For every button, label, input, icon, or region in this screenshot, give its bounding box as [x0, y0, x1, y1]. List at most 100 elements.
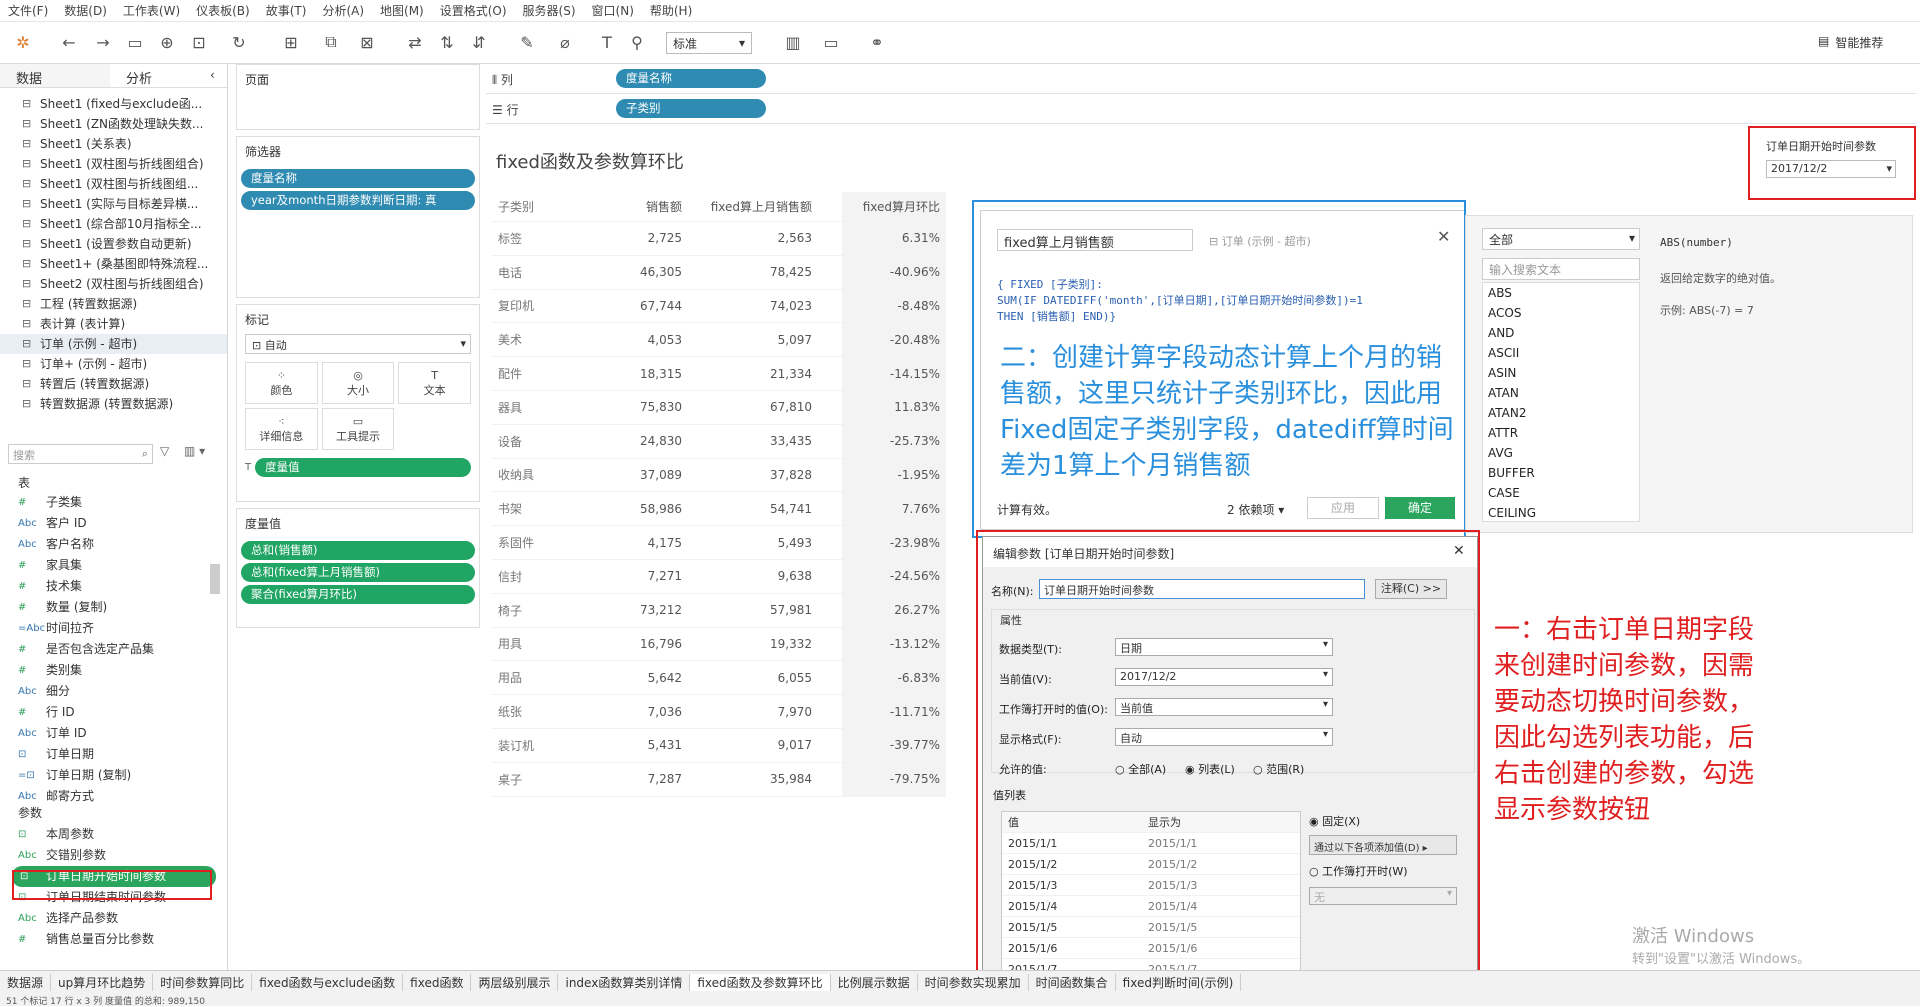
menu-item[interactable]: 地图(M): [372, 2, 432, 19]
datasource-item[interactable]: ⊟ Sheet1 (ZN函数处理缺失数...: [0, 114, 227, 134]
table-row[interactable]: 配件 18,315 21,334 -14.15%: [492, 357, 940, 391]
duplicate-sheet-icon[interactable]: ⧉: [320, 31, 342, 53]
tab-data[interactable]: 数据: [0, 64, 110, 87]
menu-item[interactable]: 仪表板(B): [188, 2, 258, 19]
filter-icon[interactable]: ▽: [160, 444, 169, 458]
datasource-item[interactable]: ⊟ Sheet1 (实际与目标差异横...: [0, 194, 227, 214]
datasource-item[interactable]: ⊟ Sheet1 (综合部10月指标全...: [0, 214, 227, 234]
sheet-tab[interactable]: 时间参数实现累加: [918, 974, 1029, 991]
table-row[interactable]: 信封 7,271 9,638 -24.56%: [492, 560, 940, 594]
function-item[interactable]: ATTR: [1483, 423, 1639, 443]
datasource-item[interactable]: ⊟ Sheet1 (关系表): [0, 134, 227, 154]
function-item[interactable]: ATAN2: [1483, 403, 1639, 423]
fixed-radio[interactable]: ◉ 固定(X): [1309, 813, 1360, 829]
function-item[interactable]: AND: [1483, 323, 1639, 343]
param-item[interactable]: ⊡ 本周参数: [0, 824, 228, 845]
function-item[interactable]: ASCII: [1483, 343, 1639, 363]
datasource-item[interactable]: ⊟ Sheet1 (设置参数自动更新): [0, 234, 227, 254]
datasource-item[interactable]: ⊟ 转置后 (转置数据源): [0, 374, 227, 394]
detail-button[interactable]: ⁖ 详细信息: [245, 408, 318, 450]
sort-asc-icon[interactable]: ⇅: [436, 31, 458, 53]
value-row[interactable]: 2015/1/2 2015/1/2: [1002, 854, 1300, 875]
rows-pill[interactable]: 子类别: [616, 99, 766, 118]
table-row[interactable]: 设备 24,830 33,435 -25.73%: [492, 425, 940, 459]
filter-pill-date-param[interactable]: year及month日期参数判断日期: 真: [241, 191, 475, 210]
menu-item[interactable]: 分析(A): [314, 2, 372, 19]
menu-item[interactable]: 设置格式(O): [432, 2, 515, 19]
field-item[interactable]: Abc 细分: [0, 681, 228, 702]
allow-range-radio[interactable]: ○ 范围(R): [1253, 761, 1304, 777]
field-item[interactable]: ⊡ 订单日期: [0, 744, 228, 765]
clear-sheet-icon[interactable]: ⊠: [356, 31, 378, 53]
table-row[interactable]: 桌子 7,287 35,984 -79.75%: [492, 763, 940, 797]
field-item[interactable]: # 是否包含选定产品集: [0, 639, 228, 660]
menu-item[interactable]: 服务器(S): [515, 2, 584, 19]
share-icon[interactable]: ⚭: [866, 31, 888, 53]
ok-button[interactable]: 确定: [1385, 497, 1455, 519]
field-item[interactable]: # 技术集: [0, 576, 228, 597]
field-item[interactable]: =⊡ 订单日期 (复制): [0, 765, 228, 786]
value-row[interactable]: 2015/1/4 2015/1/4: [1002, 896, 1300, 917]
refresh-icon[interactable]: ↻: [228, 31, 250, 53]
measure-values-pill[interactable]: 度量值: [255, 458, 471, 477]
columns-pill[interactable]: 度量名称: [616, 69, 766, 88]
mv-pill-mom[interactable]: 聚合(fixed算月环比): [241, 585, 475, 604]
menu-item[interactable]: 窗口(N): [584, 2, 642, 19]
field-item[interactable]: Abc 订单 ID: [0, 723, 228, 744]
table-row[interactable]: 标签 2,725 2,563 6.31%: [492, 222, 940, 256]
table-row[interactable]: 用具 16,796 19,332 -13.12%: [492, 628, 940, 662]
sheet-tab[interactable]: fixed函数: [403, 974, 472, 991]
calc-formula[interactable]: { FIXED [子类别]: SUM(IF DATEDIFF('month',[…: [997, 277, 1363, 325]
on-open-radio[interactable]: ○ 工作簿打开时(W): [1309, 863, 1408, 879]
param-item[interactable]: Abc 选择产品参数: [0, 908, 228, 929]
highlight-icon[interactable]: ✎: [516, 31, 538, 53]
function-item[interactable]: ATAN: [1483, 383, 1639, 403]
sheet-tab[interactable]: 数据源: [0, 974, 52, 991]
sheet-tab[interactable]: index函数算类别详情: [558, 974, 691, 991]
sheet-tab[interactable]: 时间函数集合: [1029, 974, 1116, 991]
function-item[interactable]: ASIN: [1483, 363, 1639, 383]
deps-dropdown[interactable]: 2 依赖项 ▾: [1227, 501, 1284, 518]
function-item[interactable]: BUFFER: [1483, 463, 1639, 483]
label-icon[interactable]: T: [596, 31, 618, 53]
on-open-select[interactable]: 无: [1309, 887, 1457, 905]
field-item[interactable]: Abc 客户名称: [0, 534, 228, 555]
color-button[interactable]: ⁘ 颜色: [245, 362, 318, 404]
undo-icon[interactable]: ←: [58, 31, 80, 53]
value-row[interactable]: 2015/1/6 2015/1/6: [1002, 938, 1300, 959]
value-row[interactable]: 2015/1/1 2015/1/1: [1002, 833, 1300, 854]
sheet-tab[interactable]: fixed函数与exclude函数: [252, 974, 404, 991]
table-row[interactable]: 器具 75,830 67,810 11.83%: [492, 391, 940, 425]
value-row[interactable]: 2015/1/5 2015/1/5: [1002, 917, 1300, 938]
search-input[interactable]: 搜索 ⌕: [8, 444, 153, 464]
filter-pill-measure-names[interactable]: 度量名称: [241, 169, 475, 188]
function-item[interactable]: ACOS: [1483, 303, 1639, 323]
tab-analysis[interactable]: 分析: [110, 64, 220, 87]
table-row[interactable]: 书架 58,986 54,741 7.76%: [492, 492, 940, 527]
table-row[interactable]: 装订机 5,431 9,017 -39.77%: [492, 729, 940, 763]
dtype-select[interactable]: 日期: [1115, 638, 1333, 656]
marks-type-select[interactable]: ⊡ 自动 ▾: [245, 334, 471, 354]
datasource-item[interactable]: ⊟ Sheet2 (双柱图与折线图组合): [0, 274, 227, 294]
collapse-icon[interactable]: ‹: [210, 68, 215, 82]
value-row[interactable]: 2015/1/3 2015/1/3: [1002, 875, 1300, 896]
pause-update-icon[interactable]: ⊡: [188, 31, 210, 53]
add-from-button[interactable]: 通过以下各项添加值(D) ▸: [1309, 835, 1457, 855]
format-select[interactable]: 自动: [1115, 728, 1333, 746]
field-item[interactable]: # 数量 (复制): [0, 597, 228, 618]
new-datasource-icon[interactable]: ⊕: [156, 31, 178, 53]
table-row[interactable]: 系固件 4,175 5,493 -23.98%: [492, 526, 940, 560]
swap-icon[interactable]: ⇄: [404, 31, 426, 53]
function-item[interactable]: ABS: [1483, 283, 1639, 303]
sheet-tab[interactable]: 时间参数算同比: [153, 974, 253, 991]
function-item[interactable]: CASE: [1483, 483, 1639, 503]
fit-select[interactable]: 标准 ▾: [666, 32, 752, 54]
field-item[interactable]: Abc 客户 ID: [0, 513, 228, 534]
apply-button[interactable]: 应用: [1307, 497, 1379, 519]
datasource-item[interactable]: ⊟ 表计算 (表计算): [0, 314, 227, 334]
open-value-select[interactable]: 当前值: [1115, 698, 1333, 716]
group-icon[interactable]: ⌀: [554, 31, 576, 53]
datasource-item[interactable]: ⊟ Sheet1 (双柱图与折线图组合): [0, 154, 227, 174]
datasource-item[interactable]: ⊟ 转置数据源 (转置数据源): [0, 394, 227, 414]
close-icon[interactable]: ✕: [1437, 227, 1450, 246]
